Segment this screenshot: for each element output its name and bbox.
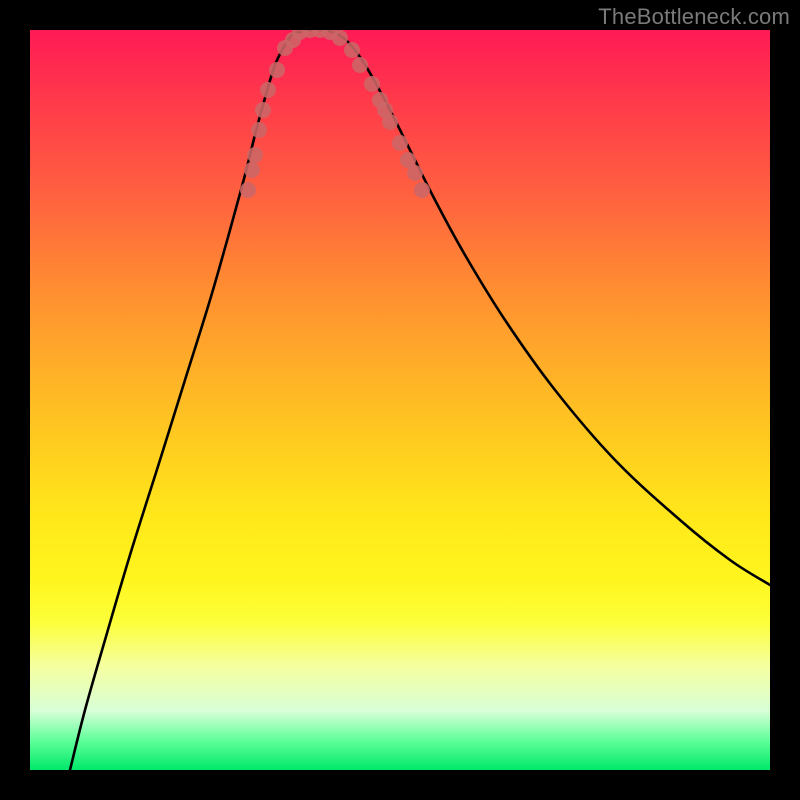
data-marker — [244, 162, 260, 178]
data-marker — [240, 182, 256, 198]
data-marker — [260, 82, 276, 98]
plot-area — [30, 30, 770, 770]
data-marker — [382, 114, 398, 130]
data-marker — [407, 165, 423, 181]
data-marker — [392, 135, 408, 151]
watermark-text: TheBottleneck.com — [598, 4, 790, 30]
data-marker — [255, 102, 271, 118]
data-markers-group — [240, 30, 430, 198]
data-marker — [251, 122, 267, 138]
data-marker — [364, 76, 380, 92]
data-marker — [269, 62, 285, 78]
chart-frame: TheBottleneck.com — [0, 0, 800, 800]
data-marker — [352, 57, 368, 73]
data-marker — [344, 42, 360, 58]
curve-layer — [30, 30, 770, 770]
data-marker — [414, 182, 430, 198]
data-marker — [247, 147, 263, 163]
data-marker — [332, 30, 348, 46]
bottleneck-curve — [70, 30, 770, 770]
